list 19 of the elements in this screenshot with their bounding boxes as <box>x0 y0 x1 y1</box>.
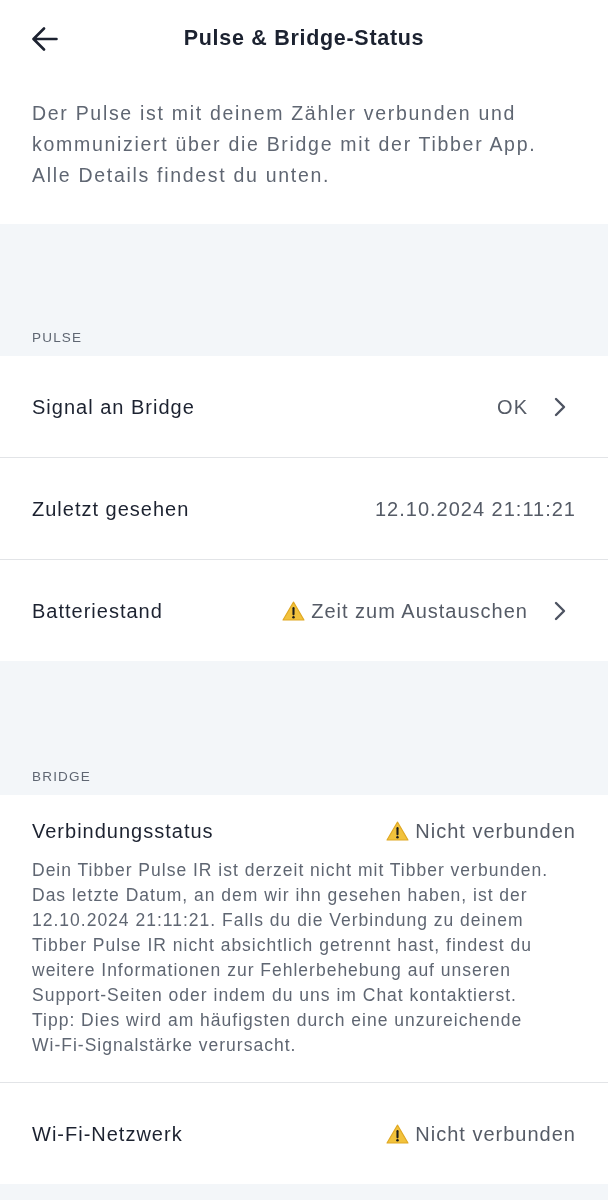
row-label: Batteriestand <box>32 598 163 624</box>
row-label: Signal an Bridge <box>32 394 195 420</box>
list-item[interactable]: Signal an Bridge OK <box>0 356 608 457</box>
row-label: Verbindungsstatus <box>32 819 214 844</box>
row-value: Zeit zum Austauschen <box>311 598 528 624</box>
row-value: Nicht verbunden <box>415 819 576 844</box>
chevron-right-icon <box>554 600 566 621</box>
row-value: OK <box>497 394 528 420</box>
intro-text: Der Pulse ist mit deinem Zähler verbunden und kommuniziert über die Bridge mit der Tibber App. Alle Details findest du unten. <box>32 101 538 188</box>
row-label: Zuletzt gesehen <box>32 496 190 522</box>
row-value: Nicht verbunden <box>415 1121 576 1147</box>
row-label: Wi-Fi-Netzwerk <box>32 1121 183 1147</box>
chevron-right-icon <box>554 396 566 417</box>
row-value: 12.10.2024 21:11:21 <box>374 496 576 522</box>
back-arrow-icon <box>32 27 58 51</box>
screen-title: Pulse & Bridge-Status <box>183 25 425 51</box>
description-text: Dein Tibber Pulse IR ist derzeit nicht mit Tibber verbunden. Das letzte Datum, an dem wir ihn gesehen haben, ist der 12.10.2024 21:11:21. Falls du die Verbindung zu deinem Tibber Pulse IR nicht absichtlich getrennt hast, findest du weitere Informationen zur Fehlerbehebung auf unseren Support-Seiten oder indem du uns im Chat kontaktierst. Tipp: Dies wird am häufigsten durch eine unzureichende Wi-Fi-Signalstärke verursacht. <box>32 859 550 1057</box>
section-heading: PULSE <box>32 329 83 347</box>
section-heading: BRIDGE <box>32 768 91 786</box>
